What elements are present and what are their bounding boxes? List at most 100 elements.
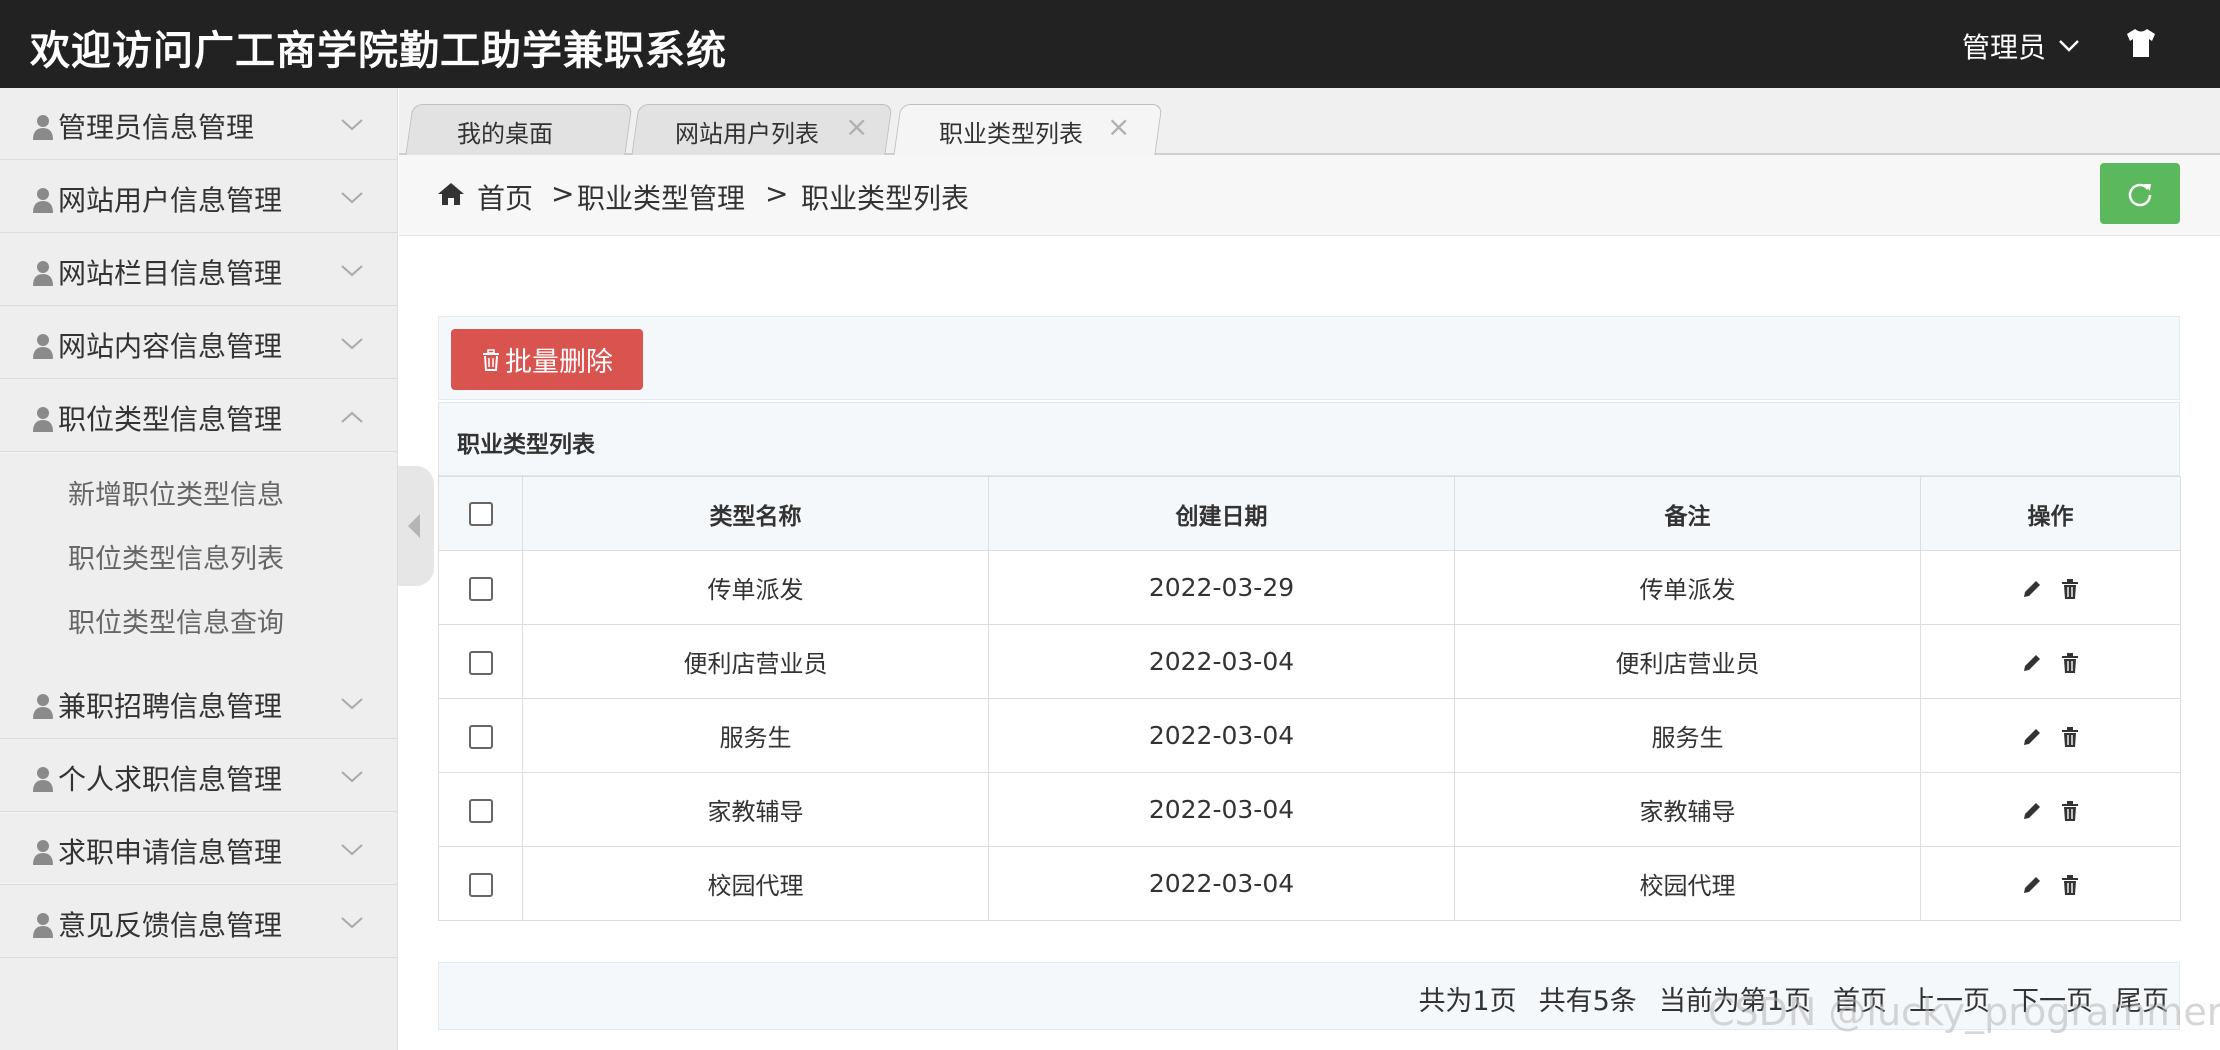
sidebar-subitem[interactable]: 新增职位类型信息 [68,473,284,512]
actions-cell [1920,550,2181,625]
sidebar-group-label: 求职申请信息管理 [58,836,283,869]
type-name-cell: 校园代理 [522,846,989,921]
actions-cell [1920,772,2181,847]
type-name-cell: 家教辅导 [522,772,989,847]
type-name-cell: 传单派发 [522,550,989,625]
tab-label: 网站用户列表 [675,120,819,148]
breadcrumb-level1[interactable]: 职业类型管理 [577,177,745,217]
sidebar-group-label: 个人求职信息管理 [58,763,283,796]
person-icon [33,261,53,286]
column-header: 创建日期 [988,476,1455,551]
table-row: 校园代理 2022-03-04 校园代理 [438,846,2181,921]
select-all-checkbox[interactable] [468,502,493,526]
sidebar-group[interactable]: 个人求职信息管理 [0,740,398,812]
chevron-down-icon [341,698,363,710]
chevron-down-icon [341,338,363,350]
chevron-down-icon [341,771,363,783]
actions-cell [1920,698,2181,773]
row-select-cell [438,772,523,847]
tab-label: 我的桌面 [457,120,553,148]
actions-cell [1920,624,2181,699]
sidebar-group-label: 网站内容信息管理 [58,330,283,363]
person-icon [33,407,53,432]
breadcrumb-separator: > [765,177,789,210]
row-select-cell [438,846,523,921]
refresh-button[interactable] [2100,163,2180,224]
home-icon[interactable] [437,181,465,207]
sidebar-group-label: 管理员信息管理 [58,111,255,144]
tab-close-icon[interactable]: × [1107,110,1130,143]
trash-icon[interactable] [2059,652,2081,674]
sidebar-subitem[interactable]: 职位类型信息列表 [68,537,284,576]
row-checkbox[interactable] [468,798,493,823]
row-checkbox[interactable] [468,650,493,675]
chevron-left-icon [408,514,420,538]
breadcrumb-home[interactable]: 首页 [477,177,533,217]
batch-delete-label: 批量删除 [505,347,613,378]
breadcrumb: 首页 > 职业类型管理 > 职业类型列表 [399,155,2220,236]
sidebar-group[interactable]: 职位类型信息管理 [0,380,398,452]
created-date-cell: 2022-03-04 [988,624,1455,699]
row-checkbox[interactable] [468,724,493,749]
tab-close-icon[interactable]: × [845,110,868,143]
note-cell: 服务生 [1454,698,1921,773]
person-icon [33,913,53,938]
sidebar-group[interactable]: 网站内容信息管理 [0,307,398,379]
note-cell: 家教辅导 [1454,772,1921,847]
sidebar-group[interactable]: 兼职招聘信息管理 [0,667,398,739]
note-cell: 传单派发 [1454,550,1921,625]
panel-title: 职业类型列表 [457,432,595,458]
pencil-icon[interactable] [2021,578,2043,600]
pencil-icon[interactable] [2021,874,2043,896]
chevron-down-icon [341,844,363,856]
sidebar-subitem[interactable]: 职位类型信息查询 [68,601,284,640]
column-header: 备注 [1454,476,1921,551]
trash-icon[interactable] [2059,800,2081,822]
trash-icon[interactable] [2059,578,2081,600]
sidebar-group[interactable]: 求职申请信息管理 [0,813,398,885]
sidebar-group[interactable]: 意见反馈信息管理 [0,886,398,958]
column-header: 类型名称 [522,476,989,551]
trash-icon[interactable] [2059,874,2081,896]
batch-delete-button[interactable]: 批量删除 [451,329,643,390]
watermark: CSDN @lucky_programmer [1708,990,2220,1034]
row-checkbox[interactable] [468,872,493,897]
breadcrumb-current: 职业类型列表 [801,182,970,215]
shirt-icon[interactable] [2124,26,2158,60]
table-header-row: 类型名称 创建日期 备注 操作 [438,476,2181,551]
type-name-cell: 便利店营业员 [522,624,989,699]
chevron-down-icon [341,265,363,277]
created-date-cell: 2022-03-29 [988,550,1455,625]
created-date-cell: 2022-03-04 [988,772,1455,847]
sidebar-group-label: 意见反馈信息管理 [58,909,283,942]
type-name-cell: 服务生 [522,698,989,773]
sidebar-collapse-handle[interactable] [398,466,434,586]
created-date-cell: 2022-03-04 [988,846,1455,921]
chevron-up-icon [341,411,363,423]
row-checkbox[interactable] [468,576,493,601]
sidebar-group[interactable]: 网站栏目信息管理 [0,234,398,306]
chevron-down-icon [341,119,363,131]
pencil-icon[interactable] [2021,652,2043,674]
chevron-down-icon [341,917,363,929]
sidebar-group[interactable]: 管理员信息管理 [0,88,398,160]
pencil-icon[interactable] [2021,800,2043,822]
tab-label: 职业类型列表 [939,120,1083,148]
pencil-icon[interactable] [2021,726,2043,748]
person-icon [33,334,53,359]
trash-icon[interactable] [2059,726,2081,748]
tab-bar: 我的桌面 网站用户列表 × 职业类型列表 × [399,88,2220,155]
top-header: 欢迎访问广工商学院勤工助学兼职系统 管理员 [0,0,2220,88]
chevron-down-icon [2059,40,2079,52]
sidebar-group[interactable]: 网站用户信息管理 [0,161,398,233]
sidebar: 管理员信息管理网站用户信息管理 网站栏目信息管理网站内容信息管理 职位类型信息管理新… [0,88,398,1050]
pager-total-items: 共有5条 [1538,986,1637,1017]
user-menu-label: 管理员 [1962,31,2047,64]
person-icon [33,767,53,792]
person-icon [33,115,53,140]
table-row: 传单派发 2022-03-29 传单派发 [438,550,2181,625]
list-toolbar: 批量删除 [438,316,2180,400]
breadcrumb-separator: > [551,177,575,210]
sidebar-group-label: 职位类型信息管理 [58,403,283,436]
user-menu[interactable]: 管理员 [1962,26,2080,66]
